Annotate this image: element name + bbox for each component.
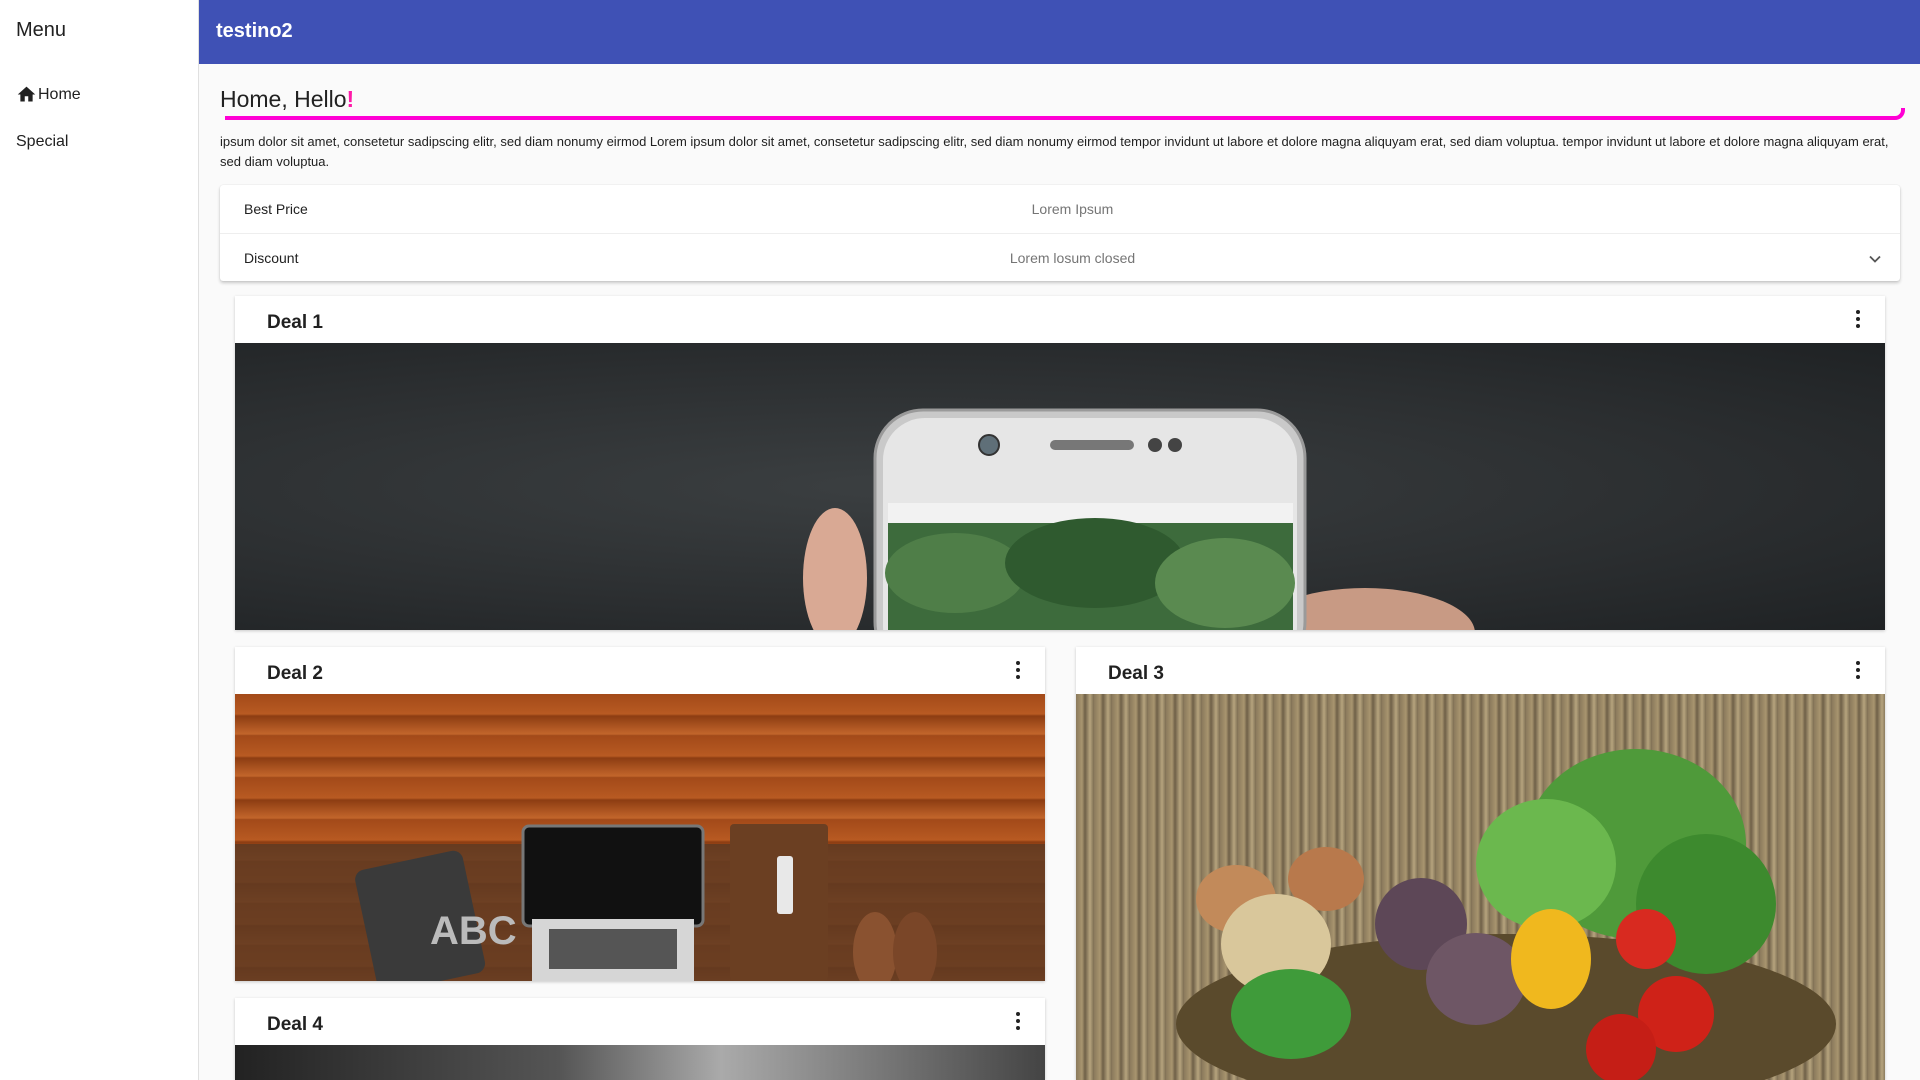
deal-image-laptop: ABC: [235, 694, 1045, 981]
sidebar-title: Menu: [16, 19, 67, 41]
sidebar-item-label: Home: [38, 85, 81, 103]
svg-text:ABC: ABC: [430, 909, 517, 953]
home-icon: [17, 86, 36, 102]
deal-image: [235, 1045, 1045, 1080]
deal-card: Deal 4: [235, 998, 1045, 1080]
panel-row-description: Lorem Ipsum: [1031, 201, 1114, 217]
more-vert-icon[interactable]: [1855, 661, 1861, 681]
card-title: Deal 4: [267, 1014, 323, 1035]
chevron-down-icon[interactable]: [1868, 252, 1882, 266]
more-vert-icon[interactable]: [1015, 1012, 1021, 1032]
sidebar-item-special[interactable]: Special: [16, 133, 68, 151]
app-title: testino2: [216, 20, 293, 42]
sidebar-item-home[interactable]: Home: [16, 84, 81, 105]
deal-card: Deal 3: [1076, 647, 1885, 1080]
card-header: Deal 4: [235, 998, 1045, 1045]
panel-row-label: Discount: [244, 250, 299, 266]
deal-card: Deal 2 ABC: [235, 647, 1045, 981]
panel-row-description: Lorem losum closed: [1009, 250, 1136, 266]
panel-row-label: Best Price: [244, 201, 308, 217]
sidebar-item-label: Special: [16, 133, 69, 150]
card-title: Deal 2: [267, 663, 323, 684]
card-header: Deal 2: [235, 647, 1045, 694]
more-vert-icon[interactable]: [1015, 661, 1021, 681]
deal-image-phone: [235, 343, 1885, 630]
deal-image-vegetables: [1076, 694, 1885, 1080]
card-title: Deal 1: [267, 312, 323, 333]
more-vert-icon[interactable]: [1855, 310, 1861, 330]
panel-row-best-price: Best Price Lorem Ipsum: [220, 185, 1900, 233]
title-underline-decoration: [225, 108, 1905, 120]
intro-paragraph: ipsum dolor sit amet, consetetur sadipsc…: [220, 134, 1889, 169]
card-title: Deal 3: [1108, 663, 1164, 684]
sidebar: Menu Home Special: [0, 0, 199, 1080]
card-header: Deal 3: [1076, 647, 1885, 694]
app-toolbar: testino2: [199, 0, 1920, 64]
deal-card: Deal 1: [235, 296, 1885, 630]
card-header: Deal 1: [235, 296, 1885, 343]
panel-row-discount[interactable]: Discount Lorem losum closed: [220, 233, 1900, 281]
info-expansion-panel: Best Price Lorem Ipsum Discount Lorem lo…: [220, 185, 1900, 281]
